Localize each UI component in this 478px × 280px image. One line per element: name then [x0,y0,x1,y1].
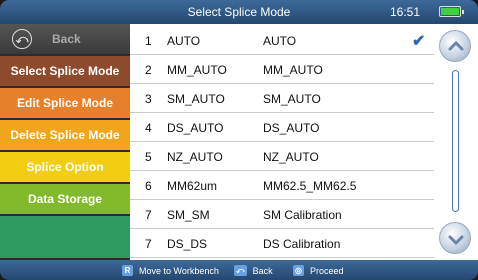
list-item[interactable]: 3 SM_AUTO SM_AUTO [130,84,434,113]
mode-name: MM62um [167,179,218,193]
mode-name: SM_AUTO [167,92,225,106]
mode-name: SM_SM [167,208,210,222]
mode-number: 2 [145,63,152,77]
mode-number: 5 [145,150,152,164]
scrollbar-track[interactable] [452,70,459,212]
mode-type: MM62.5_MM62.5 [263,179,357,193]
list-item[interactable]: 4 DS_AUTO DS_AUTO [130,113,434,142]
mode-number: 7 [145,237,152,251]
sidebar-item-empty [0,216,130,260]
sidebar: ⤺ Back Select Splice Mode Edit Splice Mo… [0,24,130,260]
scrollbar-panel [434,24,478,260]
scroll-down-button[interactable] [439,222,471,254]
mode-type: DS Calibration [263,237,341,251]
back-button[interactable]: ⤺ Back [0,24,130,56]
mode-type: NZ_AUTO [263,150,319,164]
selected-check-icon: ✔ [412,33,426,50]
mode-name: DS_AUTO [167,121,224,135]
clock: 16:51 [389,5,420,19]
list-item[interactable]: 1 AUTO AUTO ✔ [130,26,434,55]
sidebar-item-delete-splice-mode[interactable]: Delete Splice Mode [0,120,130,152]
list-item[interactable]: 2 MM_AUTO MM_AUTO [130,55,434,84]
mode-number: 4 [145,121,152,135]
splice-mode-list: 1 AUTO AUTO ✔ 2 MM_AUTO MM_AUTO 3 SM_AUT… [130,24,434,260]
mode-number: 6 [145,179,152,193]
mode-name: DS_DS [167,237,208,251]
proceed-key-icon: ◎ [293,265,304,276]
mode-name: MM_AUTO [167,63,227,77]
list-item[interactable]: 7 SM_SM SM Calibration [130,200,434,229]
hint-workbench: R Move to Workbench [122,265,219,276]
mode-type: DS_AUTO [263,121,320,135]
mode-name: NZ_AUTO [167,150,223,164]
mode-type: AUTO [263,34,297,48]
list-item[interactable]: 5 NZ_AUTO NZ_AUTO [130,142,434,171]
back-label: Back [52,32,81,46]
sidebar-item-edit-splice-mode[interactable]: Edit Splice Mode [0,88,130,120]
hint-workbench-label: Move to Workbench [139,265,219,276]
hint-back: ⤺ Back [234,265,273,276]
battery-icon [439,6,464,17]
mode-number: 1 [145,34,152,48]
mode-number: 7 [145,208,152,222]
scroll-up-button[interactable] [439,30,471,62]
mode-type: MM_AUTO [263,63,323,77]
hint-bar: R Move to Workbench ⤺ Back ◎ Proceed [0,260,478,280]
splicer-screen: Select Splice Mode 16:51 ⤺ Back Select S… [0,0,478,280]
chevron-down-icon [448,235,464,246]
r-key-icon: R [122,265,133,276]
hint-proceed: ◎ Proceed [293,265,344,276]
list-item[interactable]: 6 MM62um MM62.5_MM62.5 [130,171,434,200]
sidebar-item-data-storage[interactable]: Data Storage [0,184,130,216]
title-bar: Select Splice Mode 16:51 [0,0,478,24]
mode-name: AUTO [167,34,201,48]
back-key-icon: ⤺ [234,265,247,276]
mode-number: 3 [145,92,152,106]
back-arrow-icon: ⤺ [12,29,32,49]
sidebar-item-select-splice-mode[interactable]: Select Splice Mode [0,56,130,88]
sidebar-item-splice-option[interactable]: Splice Option [0,152,130,184]
mode-type: SM_AUTO [263,92,321,106]
hint-proceed-label: Proceed [310,265,344,276]
list-item[interactable]: 7 DS_DS DS Calibration [130,229,434,258]
chevron-up-icon [448,40,464,51]
hint-back-label: Back [252,265,273,276]
mode-type: SM Calibration [263,208,342,222]
